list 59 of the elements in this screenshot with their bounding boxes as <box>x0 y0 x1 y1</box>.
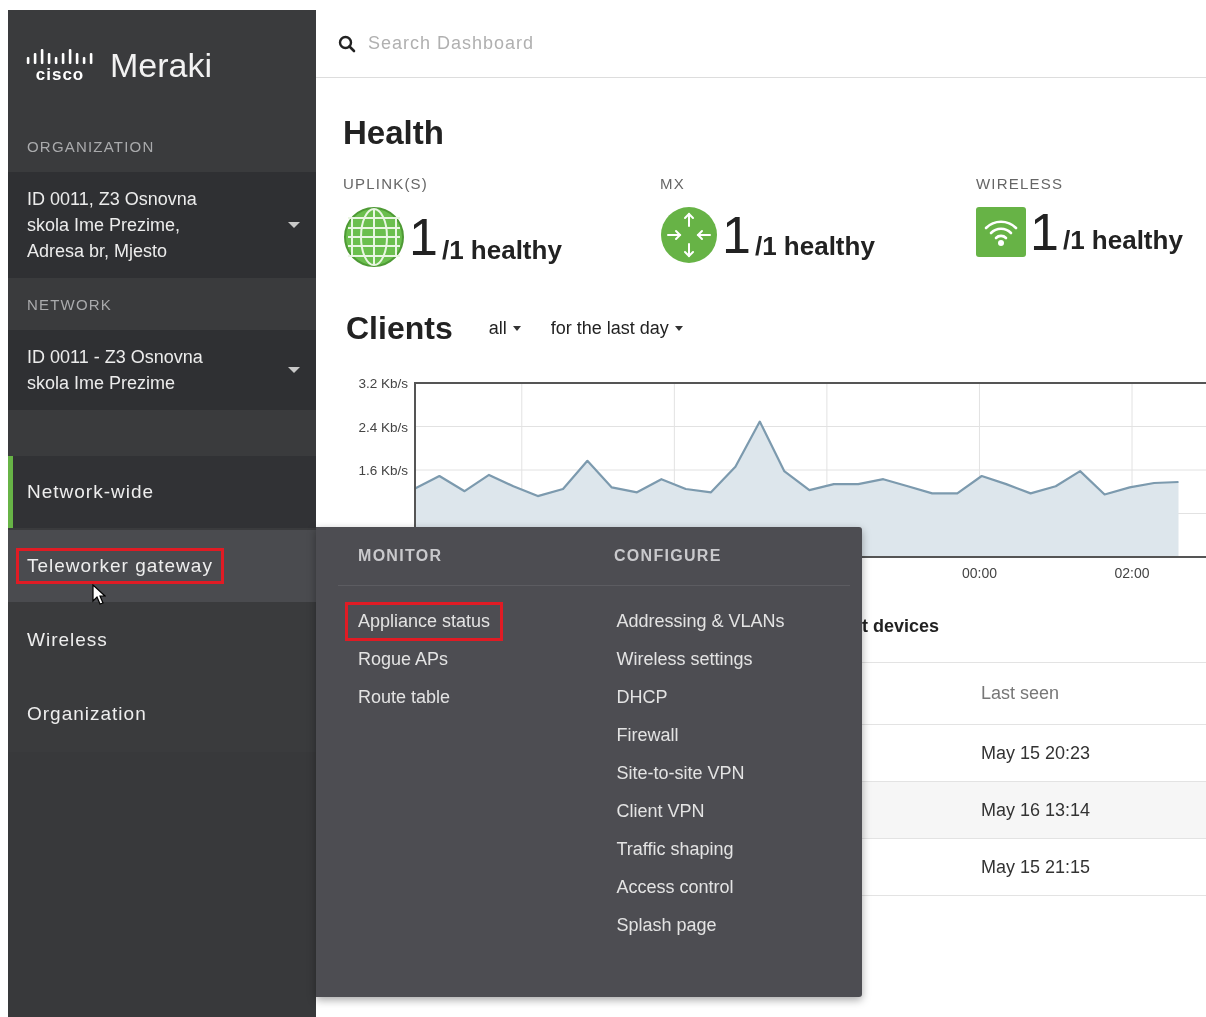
table-cell: May 16 13:14 <box>981 799 1091 821</box>
sidebar-item[interactable]: Network-wide <box>8 456 316 528</box>
table-cell: May 15 21:15 <box>981 856 1091 878</box>
sidebar-item[interactable]: Teleworker gateway <box>8 530 316 602</box>
sidebar-item[interactable]: Organization <box>8 678 316 750</box>
globe-icon <box>343 206 405 268</box>
router-icon <box>660 206 718 264</box>
menu-item[interactable]: Rogue APs <box>345 640 462 679</box>
menu-item[interactable]: Access control <box>603 868 747 907</box>
menu-item[interactable]: Splash page <box>603 906 730 945</box>
menu-item[interactable]: DHCP <box>603 678 681 717</box>
menu-item[interactable]: Addressing & VLANs <box>603 602 798 641</box>
menu-item[interactable]: Wireless settings <box>603 640 766 679</box>
wifi-icon <box>976 207 1026 257</box>
logo-wordmark: cisco <box>35 66 85 83</box>
menu-item[interactable]: Traffic shaping <box>603 830 747 869</box>
menu-item[interactable]: Site-to-site VPN <box>603 754 758 793</box>
metric-count: 1 <box>722 209 751 261</box>
organization-picker[interactable]: ID 0011, Z3 Osnovna skola Ime Prezime, Adresa br, Mjesto <box>8 172 316 278</box>
table-title: t devices <box>862 616 941 638</box>
filter-dropdown[interactable]: for the last day <box>550 317 683 339</box>
section-title: Health <box>343 116 445 149</box>
menu-heading: CONFIGURE <box>613 547 723 565</box>
caret-icon <box>674 325 683 331</box>
cursor-icon <box>92 584 106 606</box>
metric-total: /1 healthy <box>754 231 875 262</box>
picker-value: ID 0011 - Z3 Osnovna skola Ime Prezime <box>27 346 204 395</box>
metric-count: 1 <box>409 211 438 263</box>
axis-tick-label: 00:00 <box>961 565 997 581</box>
metric-total: /1 healthy <box>1062 225 1183 256</box>
caret-icon <box>288 222 300 228</box>
metric-label: WIRELESS <box>976 175 1065 192</box>
menu-heading: MONITOR <box>357 547 444 565</box>
metric-label: UPLINK(S) <box>343 175 429 192</box>
caret-icon <box>288 367 300 373</box>
column-header: Last seen <box>981 683 1060 704</box>
sidebar-item[interactable]: Wireless <box>8 604 316 676</box>
axis-tick-label: 2.4 Kb/s <box>358 419 408 435</box>
metric-count: 1 <box>1030 206 1059 258</box>
caret-icon <box>512 325 521 331</box>
section-heading: ORGANIZATION <box>26 136 156 157</box>
menu-item[interactable]: Route table <box>345 678 464 717</box>
section-heading: NETWORK <box>26 294 114 315</box>
table-cell: May 15 20:23 <box>981 742 1091 764</box>
filter-dropdown[interactable]: all <box>488 317 521 339</box>
axis-tick-label: 1.6 Kb/s <box>358 463 408 478</box>
picker-value: ID 0011, Z3 Osnovna skola Ime Prezime, Adresa br, Mjesto <box>27 188 198 263</box>
search-icon <box>338 34 356 53</box>
metric-total: /1 healthy <box>441 235 562 266</box>
menu-item[interactable]: Appliance status <box>345 602 504 641</box>
metric-label: MX <box>660 175 686 192</box>
product-name: Meraki <box>110 45 213 85</box>
bars-icon <box>26 47 94 64</box>
axis-tick-label: 3.2 Kb/s <box>358 376 408 391</box>
menu-item[interactable]: Client VPN <box>603 792 718 831</box>
axis-tick-label: 02:00 <box>1114 565 1150 581</box>
network-picker[interactable]: ID 0011 - Z3 Osnovna skola Ime Prezime <box>8 330 316 410</box>
menu-item[interactable]: Firewall <box>603 716 692 755</box>
section-title: Clients <box>346 312 453 344</box>
